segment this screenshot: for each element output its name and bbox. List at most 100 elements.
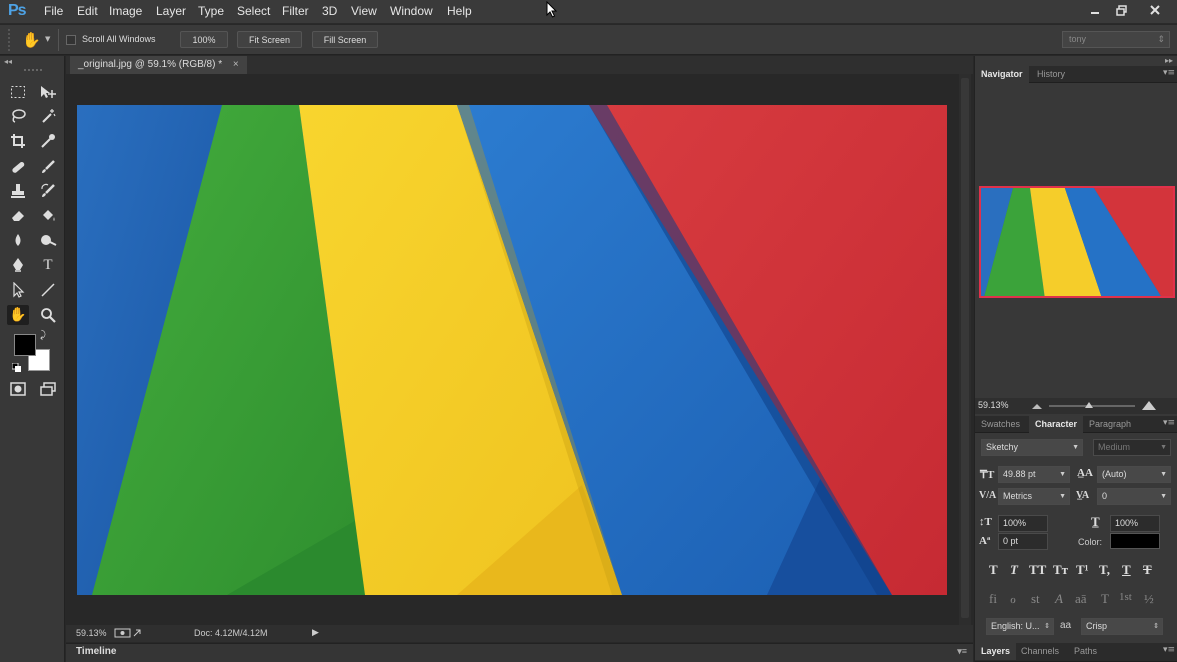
path-selection-tool[interactable] xyxy=(7,280,29,300)
default-colors-icon[interactable] xyxy=(11,362,21,372)
scroll-all-windows-checkbox[interactable] xyxy=(66,35,76,45)
screen-mode-button[interactable] xyxy=(37,379,59,399)
underline-button[interactable]: T xyxy=(1122,562,1131,578)
paint-bucket-tool[interactable] xyxy=(37,205,59,225)
ordinals-button[interactable]: 1st xyxy=(1119,591,1132,603)
small-caps-button[interactable]: Tт xyxy=(1053,562,1068,578)
tab-character[interactable]: Character xyxy=(1029,416,1084,433)
tab-swatches[interactable]: Swatches xyxy=(975,416,1026,433)
hand-tool[interactable]: ✋ xyxy=(7,305,29,325)
collapse-arrows-icon[interactable]: ◂◂ xyxy=(4,57,12,66)
faux-italic-button[interactable]: T xyxy=(1010,562,1018,578)
menu-edit[interactable]: Edit xyxy=(77,4,98,18)
image-canvas[interactable] xyxy=(77,105,947,595)
menu-file[interactable]: File xyxy=(44,4,63,18)
horizontal-scale-field[interactable]: 100% xyxy=(1110,515,1160,532)
navigator-zoom[interactable]: 59.13% xyxy=(978,400,1009,410)
font-family-select[interactable]: Sketchy ▼ xyxy=(981,439,1083,456)
navigator-thumbnail[interactable] xyxy=(979,186,1175,298)
tab-navigator[interactable]: Navigator xyxy=(975,66,1029,83)
expand-arrows-icon[interactable]: ▸▸ xyxy=(1165,56,1173,65)
stylistic-alternates-button[interactable]: aā xyxy=(1075,591,1087,607)
strikethrough-button[interactable]: T xyxy=(1143,562,1152,578)
status-icons[interactable] xyxy=(114,627,144,640)
panel-menu-icon[interactable]: ▾≡ xyxy=(1163,68,1175,78)
ligatures-button[interactable]: fi xyxy=(989,591,997,607)
blur-tool[interactable] xyxy=(7,230,29,250)
tab-paragraph[interactable]: Paragraph xyxy=(1083,416,1137,433)
panel-menu-icon[interactable]: ▾≡ xyxy=(957,646,967,657)
eraser-tool[interactable] xyxy=(7,205,29,225)
scrollbar-thumb[interactable] xyxy=(961,78,969,618)
superscript-button[interactable]: T¹ xyxy=(1076,562,1089,578)
titling-alternates-button[interactable]: T xyxy=(1101,591,1109,607)
move-tool[interactable] xyxy=(37,82,59,102)
menu-help[interactable]: Help xyxy=(447,4,472,18)
leading-field[interactable]: (Auto) ▼ xyxy=(1097,466,1171,483)
menu-type[interactable]: Type xyxy=(198,4,224,18)
antialias-select[interactable]: Crisp ⇕ xyxy=(1081,618,1163,635)
subscript-button[interactable]: T, xyxy=(1099,562,1110,578)
crop-tool[interactable] xyxy=(7,131,29,151)
menu-layer[interactable]: Layer xyxy=(156,4,186,18)
pen-tool[interactable] xyxy=(7,255,29,275)
baseline-shift-field[interactable]: 0 pt xyxy=(998,533,1048,550)
status-play-icon[interactable]: ▶ xyxy=(312,627,319,638)
dodge-tool[interactable] xyxy=(37,230,59,250)
discretionary-ligatures-button[interactable]: st xyxy=(1031,591,1040,607)
zoom-out-icon[interactable] xyxy=(1031,402,1043,410)
document-tab[interactable]: _original.jpg @ 59.1% (RGB/8) * × xyxy=(70,56,247,74)
rectangular-marquee-tool[interactable] xyxy=(7,82,29,102)
panel-menu-icon[interactable]: ▾≡ xyxy=(1163,418,1175,428)
menu-select[interactable]: Select xyxy=(237,4,270,18)
font-size-field[interactable]: 49.88 pt ▼ xyxy=(998,466,1070,483)
menu-view[interactable]: View xyxy=(351,4,377,18)
magic-wand-tool[interactable] xyxy=(37,106,59,126)
restore-button[interactable] xyxy=(1111,1,1131,19)
hand-tool-preset-icon[interactable]: ✋ xyxy=(22,31,41,49)
language-select[interactable]: English: U... ⇕ xyxy=(986,618,1054,635)
vertical-scale-field[interactable]: 100% xyxy=(998,515,1048,532)
fill-screen-button[interactable]: Fill Screen xyxy=(312,31,378,48)
menu-window[interactable]: Window xyxy=(390,4,433,18)
kerning-field[interactable]: Metrics ▼ xyxy=(998,488,1070,505)
minimize-button[interactable] xyxy=(1085,1,1105,19)
zoom-100-button[interactable]: 100% xyxy=(180,31,228,48)
swap-colors-icon[interactable]: ⤸ xyxy=(40,330,46,341)
zoom-tool[interactable] xyxy=(37,305,59,325)
chevron-down-icon[interactable]: ▼ xyxy=(45,35,50,43)
tab-history[interactable]: History xyxy=(1031,66,1071,83)
status-zoom[interactable]: 59.13% xyxy=(76,628,107,638)
eyedropper-tool[interactable] xyxy=(37,131,59,151)
line-tool[interactable] xyxy=(37,280,59,300)
healing-brush-tool[interactable] xyxy=(7,157,29,177)
menu-3d[interactable]: 3D xyxy=(322,4,337,18)
zoom-slider-handle[interactable] xyxy=(1085,401,1093,409)
close-document-icon[interactable]: × xyxy=(233,59,239,70)
tracking-field[interactable]: 0 ▼ xyxy=(1097,488,1171,505)
brush-tool[interactable] xyxy=(37,157,59,177)
lasso-tool[interactable] xyxy=(7,106,29,126)
faux-bold-button[interactable]: T xyxy=(989,562,998,578)
canvas-area[interactable] xyxy=(66,74,973,625)
text-color-swatch[interactable] xyxy=(1110,533,1160,549)
all-caps-button[interactable]: TT xyxy=(1029,562,1046,578)
font-style-select[interactable]: Medium ▼ xyxy=(1093,439,1171,456)
tab-paths[interactable]: Paths xyxy=(1068,643,1103,660)
fit-screen-button[interactable]: Fit Screen xyxy=(237,31,302,48)
quick-mask-button[interactable] xyxy=(7,379,29,399)
vertical-scrollbar[interactable] xyxy=(959,74,971,625)
tab-channels[interactable]: Channels xyxy=(1015,643,1065,660)
menu-filter[interactable]: Filter xyxy=(282,4,309,18)
menu-image[interactable]: Image xyxy=(109,4,142,18)
type-tool[interactable]: T xyxy=(37,255,59,275)
history-brush-tool[interactable] xyxy=(37,181,59,201)
old-style-button[interactable]: ℴ xyxy=(1010,591,1016,607)
swash-button[interactable]: A xyxy=(1055,591,1063,607)
timeline-panel-tab[interactable]: Timeline ▾≡ xyxy=(66,643,973,662)
tab-layers[interactable]: Layers xyxy=(975,643,1017,660)
workspace-select[interactable]: tony ⇕ xyxy=(1062,31,1170,48)
fractions-button[interactable]: ½ xyxy=(1144,591,1154,607)
panel-menu-icon[interactable]: ▾≡ xyxy=(1163,645,1175,655)
close-window-button[interactable] xyxy=(1145,1,1165,19)
